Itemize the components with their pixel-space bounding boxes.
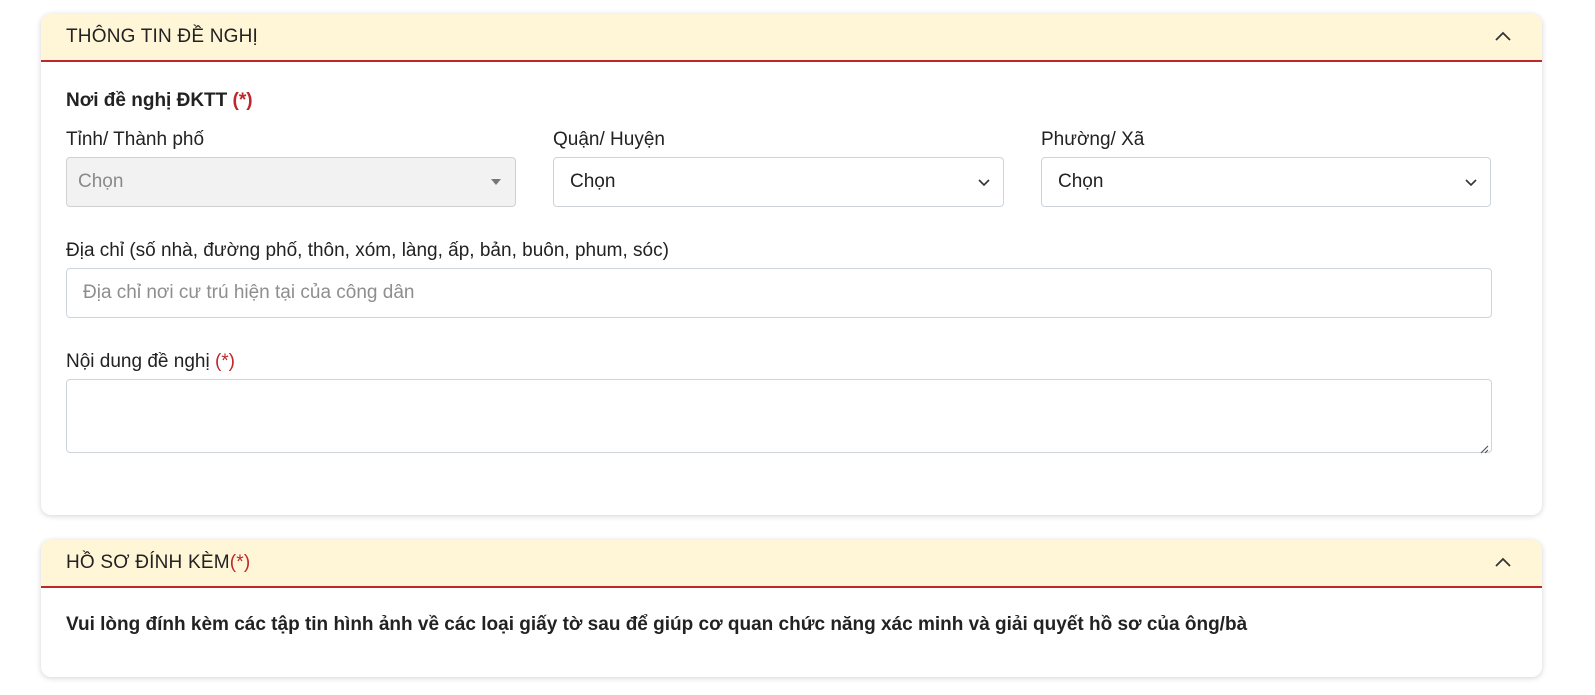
location-heading: Nơi đề nghị ĐKTT (*): [66, 90, 253, 111]
required-mark: (*): [214, 351, 236, 372]
province-label: Tỉnh/ Thành phố: [66, 129, 205, 150]
caret-down-icon: [491, 179, 501, 185]
attachments-body: Vui lòng đính kèm các tập tin hình ảnh v…: [41, 588, 1542, 675]
required-mark: (*): [229, 552, 251, 573]
ward-select[interactable]: Chọn: [1041, 157, 1491, 207]
attachments-note: Vui lòng đính kèm các tập tin hình ảnh v…: [66, 614, 1248, 635]
proposal-info-header[interactable]: THÔNG TIN ĐỀ NGHỊ: [41, 14, 1542, 62]
proposal-info-card: THÔNG TIN ĐỀ NGHỊ Nơi đề nghị ĐKTT (*) T…: [41, 14, 1542, 515]
ward-select-value: Chọn: [1058, 171, 1104, 192]
province-select-value: Chọn: [78, 171, 124, 192]
district-select[interactable]: Chọn: [553, 157, 1004, 207]
ward-label: Phường/ Xã: [1041, 129, 1145, 150]
proposal-info-body: Nơi đề nghị ĐKTT (*) Tỉnh/ Thành phố Chọ…: [41, 62, 1542, 513]
proposal-info-title: THÔNG TIN ĐỀ NGHỊ: [66, 26, 258, 47]
content-textarea[interactable]: [66, 379, 1492, 453]
attachments-header[interactable]: HỒ SƠ ĐÍNH KÈM(*): [41, 540, 1542, 588]
chevron-down-icon: [1464, 171, 1478, 193]
district-select-value: Chọn: [570, 171, 616, 192]
address-label: Địa chỉ (số nhà, đường phố, thôn, xóm, l…: [66, 240, 669, 261]
attachments-title: HỒ SƠ ĐÍNH KÈM(*): [66, 552, 251, 573]
required-mark: (*): [232, 90, 253, 111]
address-input[interactable]: [66, 268, 1492, 318]
chevron-down-icon: [977, 171, 991, 193]
chevron-up-icon[interactable]: [1494, 554, 1512, 572]
chevron-up-icon[interactable]: [1494, 28, 1512, 46]
district-label: Quận/ Huyện: [553, 129, 665, 150]
province-select[interactable]: Chọn: [66, 157, 516, 207]
resize-grip-icon[interactable]: [1479, 441, 1489, 454]
attachments-card: HỒ SƠ ĐÍNH KÈM(*) Vui lòng đính kèm các …: [41, 540, 1542, 677]
content-label: Nội dung đề nghị (*): [66, 351, 236, 372]
